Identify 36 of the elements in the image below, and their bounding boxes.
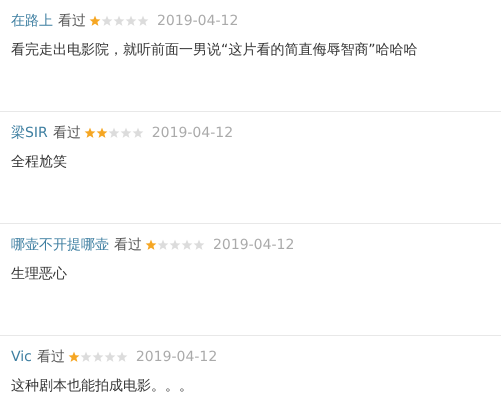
- user-link[interactable]: Vic: [11, 346, 32, 368]
- watched-label: 看过: [114, 236, 142, 254]
- watched-label: 看过: [36, 348, 65, 366]
- star-icon: [120, 127, 132, 139]
- user-link[interactable]: 哪壶不开提哪壶: [11, 234, 109, 256]
- star-icon: [132, 127, 144, 139]
- user-link[interactable]: 在路上: [11, 10, 53, 32]
- star-icon: [145, 239, 157, 251]
- star-icon: [80, 351, 92, 363]
- star-icon: [193, 239, 205, 251]
- star-icon: [104, 351, 116, 363]
- review-date: 2019-04-12: [152, 124, 234, 142]
- star-icon: [101, 15, 113, 27]
- star-icon: [181, 239, 193, 251]
- review-comment: 生理恶心: [11, 265, 68, 284]
- review-comment: 全程尬笑: [11, 153, 68, 172]
- star-icon: [157, 239, 169, 251]
- review-date: 2019-04-12: [213, 236, 294, 254]
- review-date: 2019-04-12: [136, 348, 218, 366]
- watched-label: 看过: [52, 124, 81, 142]
- star-icon: [137, 15, 149, 27]
- star-icon: [169, 239, 181, 251]
- star-icon: [96, 127, 108, 139]
- star-icon: [68, 351, 80, 363]
- star-icon: [116, 351, 128, 363]
- review-comment: 看完走出电影院，就听前面一男说“这片看的简直侮辱智商”哈哈哈: [11, 41, 419, 60]
- star-icon: [84, 127, 96, 139]
- star-icon: [108, 127, 120, 139]
- star-icon: [113, 15, 125, 27]
- star-icon: [125, 15, 137, 27]
- review-comment: 这种剧本也能拍成电影。。。: [11, 377, 194, 396]
- review-date: 2019-04-12: [157, 12, 238, 30]
- star-icon: [92, 351, 104, 363]
- watched-label: 看过: [58, 12, 86, 30]
- star-icon: [89, 15, 101, 27]
- user-link[interactable]: 梁SIR: [11, 122, 48, 144]
